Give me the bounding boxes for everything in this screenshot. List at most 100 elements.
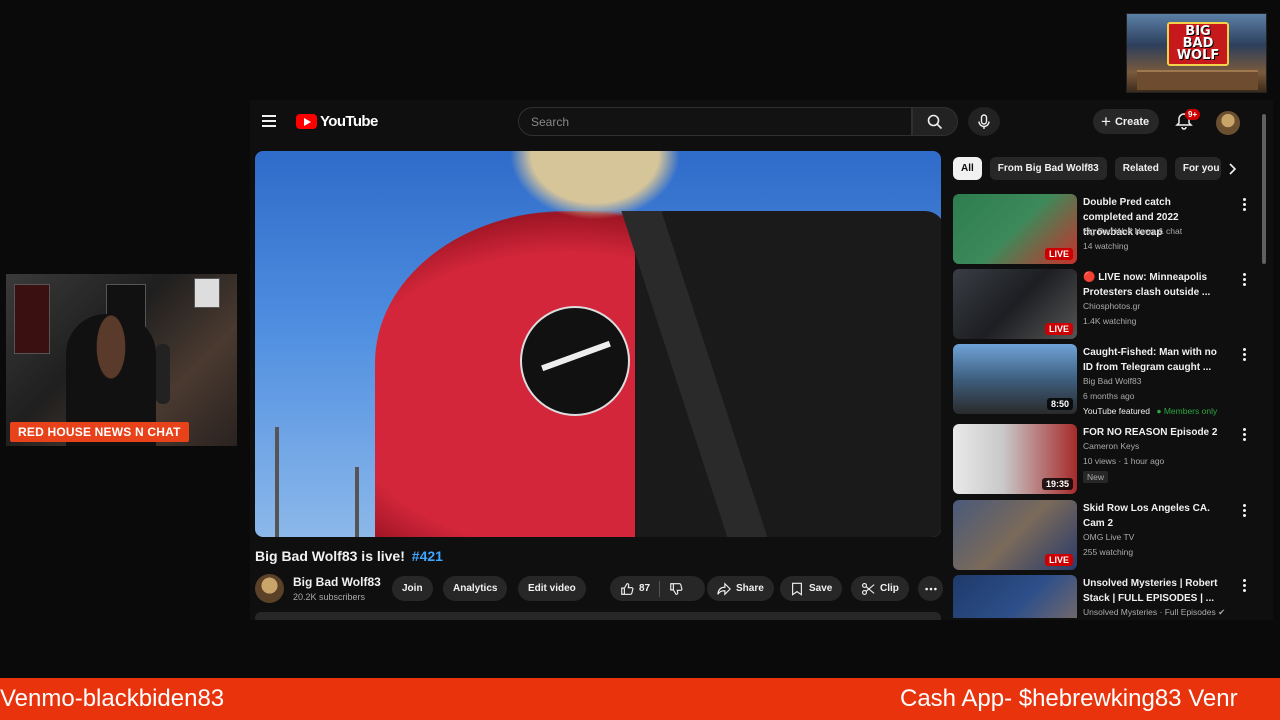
duration-badge: 8:50: [1046, 398, 1073, 410]
recommendation-item[interactable]: 19:35 FOR NO REASON Episode 2 Cameron Ke…: [953, 424, 1253, 494]
recommendation-channel[interactable]: Unsolved Mysteries · Full Episodes ✔: [1083, 607, 1225, 618]
logo-line2: WOLF: [1176, 48, 1220, 63]
video-thumbnail[interactable]: 8:50: [953, 344, 1077, 414]
channel-avatar[interactable]: [255, 574, 284, 603]
chip-all[interactable]: All: [953, 157, 982, 180]
channel-name[interactable]: Big Bad Wolf83: [293, 575, 381, 589]
video-player[interactable]: [255, 151, 941, 537]
clip-button[interactable]: Clip: [851, 576, 909, 601]
join-label: Join: [402, 583, 423, 594]
thumbs-up-icon: [621, 582, 634, 595]
video-hashtag[interactable]: #421: [412, 548, 443, 564]
edit-video-button[interactable]: Edit video: [518, 576, 586, 601]
donation-ticker: Venmo-blackbiden83 Cash App- $hebrewking…: [0, 678, 1280, 720]
thumbs-down-icon: [670, 582, 683, 595]
analytics-button[interactable]: Analytics: [443, 576, 508, 601]
recommendation-meta: 10 views · 1 hour ago: [1083, 456, 1165, 466]
clip-label: Clip: [880, 583, 899, 594]
description-box[interactable]: [255, 612, 941, 620]
recommendation-channel[interactable]: Cameron Keys: [1083, 441, 1139, 451]
save-label: Save: [809, 583, 833, 594]
duration-badge: 19:35: [1041, 478, 1073, 490]
analytics-label: Analytics: [453, 583, 498, 594]
live-badge: LIVE: [1044, 323, 1073, 335]
chip-related[interactable]: Related: [1114, 157, 1167, 180]
recommendation-channel[interactable]: Big Bad Wolf83: [1083, 376, 1141, 386]
share-label: Share: [736, 583, 764, 594]
like-button[interactable]: 87: [620, 582, 650, 596]
notification-badge: 9+: [1185, 109, 1201, 120]
microphone: [156, 344, 170, 404]
recommendation-item[interactable]: LIVE Double Pred catch completed and 202…: [953, 194, 1253, 264]
recommendation-title[interactable]: Skid Row Los Angeles CA. Cam 2: [1083, 501, 1223, 531]
more-vertical-icon[interactable]: [1237, 577, 1251, 593]
like-divider: [659, 580, 661, 597]
youtube-logo[interactable]: YouTube: [296, 113, 378, 130]
video-thumbnail[interactable]: LIVE: [953, 269, 1077, 339]
members-only-badge: ● Members only: [1156, 406, 1218, 416]
edit-video-label: Edit video: [528, 583, 576, 594]
dislike-button[interactable]: [669, 582, 683, 596]
scrollbar-thumb[interactable]: [1262, 114, 1266, 264]
chip-from-channel[interactable]: From Big Bad Wolf83: [989, 157, 1107, 180]
video-thumbnail[interactable]: [953, 575, 1077, 618]
video-thumbnail[interactable]: LIVE: [953, 194, 1077, 264]
more-vertical-icon[interactable]: [1237, 196, 1251, 212]
more-vertical-icon[interactable]: [1237, 502, 1251, 518]
news-desk: [1137, 70, 1258, 90]
voice-search-button[interactable]: [968, 107, 1000, 136]
chip-for-you[interactable]: For you: [1174, 157, 1221, 180]
search-box: [518, 107, 912, 136]
notifications-button[interactable]: 9+: [1174, 109, 1201, 135]
search-button[interactable]: [912, 107, 958, 136]
chips-next-button[interactable]: [1222, 159, 1242, 179]
members-only-label: Members only: [1163, 406, 1218, 416]
logo-sign: BIG BAD WOLF: [1167, 22, 1229, 66]
account-avatar[interactable]: [1216, 111, 1240, 135]
recommendation-item[interactable]: 8:50 Caught-Fished: Man with no ID from …: [953, 344, 1253, 416]
wall-poster: [194, 278, 220, 308]
more-vertical-icon[interactable]: [1237, 426, 1251, 442]
stream-canvas: BIG BAD WOLF RED HOUSE NEWS N CHAT YouTu…: [0, 0, 1280, 720]
youtube-window: YouTube + Create 9+: [250, 100, 1273, 620]
utility-pole: [275, 427, 279, 537]
join-button[interactable]: Join: [392, 576, 433, 601]
ticker-cashapp: Cash App- $hebrewking83 Venr: [900, 685, 1238, 712]
more-vertical-icon[interactable]: [1237, 271, 1251, 287]
like-dislike-group: 87: [610, 576, 705, 601]
create-button[interactable]: + Create: [1093, 109, 1160, 134]
recommendation-meta: 6 months ago: [1083, 391, 1135, 401]
recommendation-title[interactable]: FOR NO REASON Episode 2: [1083, 425, 1223, 440]
sidebar-scrollbar[interactable]: [1260, 112, 1268, 618]
recommendation-item[interactable]: LIVE 🔴 LIVE now: Minneapolis Protesters …: [953, 269, 1253, 339]
video-thumbnail[interactable]: LIVE: [953, 500, 1077, 570]
recommendation-title[interactable]: Caught-Fished: Man with no ID from Teleg…: [1083, 345, 1223, 375]
logo-line1: BIG BAD: [1182, 24, 1214, 51]
recommendation-item[interactable]: LIVE Skid Row Los Angeles CA. Cam 2 OMG …: [953, 500, 1253, 570]
youtube-wordmark: YouTube: [320, 113, 378, 130]
utility-pole: [355, 467, 359, 537]
search-input[interactable]: [519, 108, 911, 135]
recommendation-channel[interactable]: Chiosphotos.gr: [1083, 301, 1140, 311]
recommendation-title[interactable]: 🔴 LIVE now: Minneapolis Protesters clash…: [1083, 270, 1223, 300]
more-vertical-icon[interactable]: [1237, 346, 1251, 362]
menu-icon[interactable]: [262, 115, 276, 127]
video-thumbnail[interactable]: 19:35: [953, 424, 1077, 494]
microphone-icon: [978, 113, 990, 129]
filter-chips: All From Big Bad Wolf83 Related For you: [953, 157, 1221, 181]
live-badge: LIVE: [1044, 248, 1073, 260]
recommendation-item[interactable]: Unsolved Mysteries | Robert Stack | FULL…: [953, 575, 1253, 618]
recommendation-title[interactable]: Unsolved Mysteries | Robert Stack | FULL…: [1083, 576, 1223, 606]
youtube-play-icon: [296, 114, 317, 129]
webcam-overlay: RED HOUSE NEWS N CHAT: [6, 274, 237, 446]
recommendation-channel[interactable]: OMG Live TV: [1083, 532, 1134, 542]
share-button[interactable]: Share: [707, 576, 774, 601]
recommendation-channel[interactable]: Big Bad Wolf News & chat: [1083, 226, 1182, 236]
create-label: Create: [1114, 115, 1150, 128]
save-button[interactable]: Save: [780, 576, 843, 601]
masthead: YouTube + Create 9+: [250, 100, 1273, 144]
plus-icon: +: [1101, 112, 1111, 131]
recommendation-meta: 1.4K watching: [1083, 316, 1137, 326]
stream-banner: RED HOUSE NEWS N CHAT: [10, 422, 189, 442]
more-actions-button[interactable]: [918, 576, 943, 601]
